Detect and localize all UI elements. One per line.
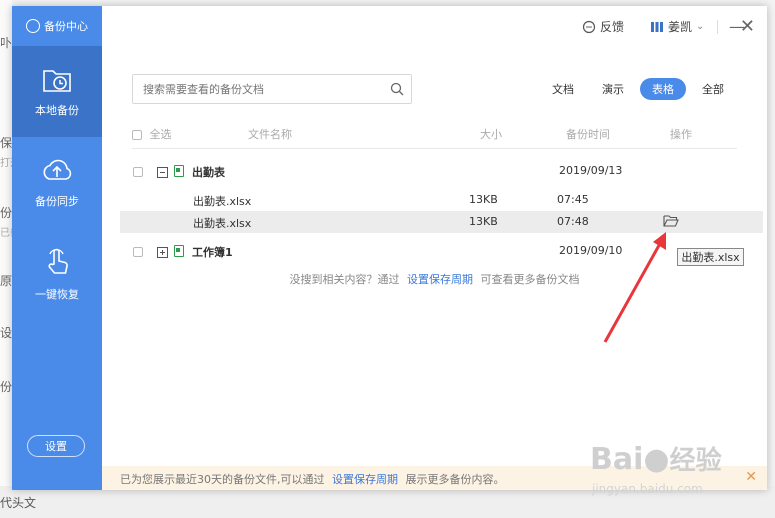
settings-button[interactable]: 设置 — [27, 435, 85, 457]
row-checkbox[interactable] — [133, 167, 143, 177]
baidu-watermark: Bai●经验 — [590, 440, 722, 477]
close-icon: ✕ — [739, 16, 755, 37]
spreadsheet-file-icon — [174, 165, 184, 177]
user-menu[interactable]: 姜凯 ⌄ — [650, 18, 704, 35]
select-all-checkbox[interactable] — [132, 130, 142, 140]
file-time: 07:45 — [557, 193, 589, 206]
group-row[interactable]: 出勤表 2019/09/13 — [122, 160, 767, 182]
expand-toggle-icon[interactable] — [157, 246, 168, 258]
sidebar: 备份中心 本地备份 备份同步 一键恢复 设置 — [12, 6, 102, 490]
divider — [717, 20, 718, 34]
column-header-action: 操作 — [670, 128, 692, 141]
close-button[interactable]: ✕ — [740, 16, 755, 37]
group-name: 工作簿1 — [192, 246, 233, 259]
footer-suffix: 展示更多备份内容。 — [405, 473, 505, 486]
spreadsheet-file-icon — [174, 245, 184, 257]
footer-prefix: 已为您展示最近30天的备份文件,可以通过 — [120, 473, 325, 486]
filter-all[interactable]: 全部 — [688, 78, 738, 100]
paw-icon: ● — [643, 442, 670, 477]
home-backup-icon — [26, 19, 40, 33]
sidebar-item-label: 一键恢复 — [35, 287, 79, 301]
bg-text: 份同 — [0, 206, 12, 220]
file-time: 07:48 — [557, 215, 589, 228]
bg-text: 打开 — [0, 158, 12, 169]
select-all-label: 全选 — [149, 128, 172, 141]
file-row[interactable]: 出勤表.xlsx 13KB 07:45 — [122, 189, 767, 211]
feedback-icon — [582, 20, 596, 33]
search-button[interactable] — [383, 75, 411, 103]
bg-text: 已备 — [0, 228, 12, 239]
watermark-url: jingyan.baidu.com — [592, 482, 703, 496]
filter-docs[interactable]: 文档 — [538, 78, 588, 100]
search-input[interactable] — [133, 75, 383, 103]
sidebar-item-one-click-restore[interactable]: 一键恢复 — [12, 228, 102, 319]
tooltip: 出勤表.xlsx — [677, 248, 744, 266]
collapse-toggle-icon[interactable] — [157, 166, 168, 178]
user-name: 姜凯 — [668, 20, 693, 34]
column-header-name: 文件名称 — [248, 128, 292, 141]
cloud-upload-icon — [43, 159, 72, 180]
column-header-size: 大小 — [480, 128, 502, 141]
row-checkbox[interactable] — [133, 247, 143, 257]
type-filter: 文档 演示 表格 全部 — [538, 78, 738, 100]
footer-close-button[interactable]: ✕ — [745, 469, 757, 485]
hint-suffix: 可查看更多备份文档 — [480, 273, 580, 286]
folder-clock-icon — [43, 69, 71, 92]
select-all[interactable]: 全选 — [132, 126, 172, 142]
brand: 备份中心 — [12, 6, 102, 46]
watermark-text: Bai — [590, 442, 644, 477]
hint-settings-link[interactable]: 设置保存周期 — [407, 273, 473, 286]
footer-message: 已为您展示最近30天的备份文件,可以通过 设置保存周期 展示更多备份内容。 — [120, 471, 505, 487]
column-header-time: 备份时间 — [566, 128, 610, 141]
chevron-down-icon: ⌄ — [696, 21, 705, 32]
annotation-arrow — [603, 232, 666, 343]
brand-title: 备份中心 — [44, 20, 88, 33]
group-date: 2019/09/13 — [559, 164, 623, 177]
bg-text: 保存 — [0, 136, 12, 150]
bg-text: 设置 — [0, 326, 12, 340]
feedback-label: 反馈 — [600, 20, 625, 34]
filter-slides[interactable]: 演示 — [588, 78, 638, 100]
file-size: 13KB — [469, 215, 498, 228]
table-header: 全选 文件名称 大小 备份时间 操作 — [132, 126, 737, 149]
bg-text: 原双 — [0, 274, 12, 288]
user-logo-icon — [651, 21, 663, 32]
title-bar: 反馈 姜凯 ⌄ — ✕ — [102, 6, 767, 46]
file-name: 出勤表.xlsx — [193, 217, 252, 230]
hint-prefix: 没搜到相关内容？通过 — [289, 273, 400, 286]
search-icon — [390, 82, 404, 96]
watermark-suffix: 经验 — [669, 446, 722, 476]
group-name: 出勤表 — [192, 166, 225, 179]
feedback-button[interactable]: 反馈 — [582, 18, 624, 35]
background-app — [0, 0, 12, 518]
bg-text: 卟双 — [0, 36, 12, 50]
file-size: 13KB — [469, 193, 498, 206]
open-folder-icon — [663, 215, 679, 227]
search-box — [132, 74, 412, 104]
footer-settings-link[interactable]: 设置保存周期 — [332, 473, 398, 486]
sidebar-item-label: 备份同步 — [35, 194, 79, 208]
sidebar-item-local-backup[interactable]: 本地备份 — [12, 46, 102, 137]
bg-text: 份中 — [0, 380, 12, 394]
bg-text: 代头文 — [0, 496, 37, 510]
open-folder-button[interactable] — [663, 214, 679, 231]
touch-hand-icon — [48, 248, 68, 274]
close-icon: ✕ — [745, 469, 757, 485]
file-name: 出勤表.xlsx — [193, 195, 252, 208]
sidebar-item-label: 本地备份 — [35, 103, 79, 117]
filter-sheets[interactable]: 表格 — [640, 78, 686, 100]
sidebar-item-backup-sync[interactable]: 备份同步 — [12, 137, 102, 228]
